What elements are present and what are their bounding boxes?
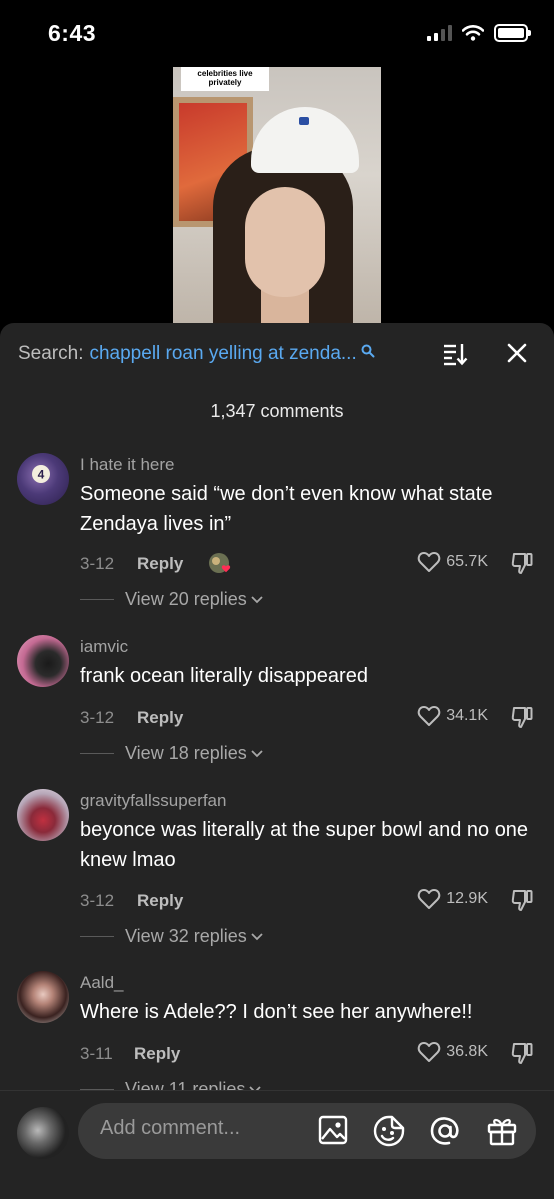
sort-icon[interactable]	[442, 342, 468, 366]
avatar[interactable]	[17, 789, 69, 841]
avatar[interactable]	[17, 971, 69, 1023]
like-control[interactable]: 65.7K	[417, 551, 488, 573]
chevron-down-icon	[251, 749, 263, 757]
search-query-link[interactable]: chappell roan yelling at zenda...	[89, 343, 356, 365]
sticker-icon[interactable]	[373, 1115, 405, 1147]
gift-icon[interactable]	[486, 1115, 518, 1147]
thumbs-down-icon[interactable]	[510, 888, 534, 912]
billiard-ball-icon: 4	[32, 465, 50, 483]
reply-button[interactable]: Reply	[134, 1044, 180, 1064]
comment-text: frank ocean literally disappeared	[80, 665, 368, 687]
avatar[interactable]	[17, 635, 69, 687]
reply-button[interactable]: Reply	[137, 891, 183, 911]
like-count: 34.1K	[446, 707, 488, 724]
video-caption: celebrities live privately	[181, 67, 269, 91]
heart-icon[interactable]	[417, 1041, 441, 1063]
comment-text: Someone said “we don’t even know what st…	[80, 483, 493, 535]
image-icon[interactable]	[318, 1115, 348, 1145]
wifi-icon	[462, 25, 484, 41]
svg-text:4: 4	[38, 468, 45, 482]
thumbs-down-icon[interactable]	[510, 551, 534, 575]
comment-text: Where is Adele?? I don’t see her anywher…	[80, 1001, 473, 1023]
person-face	[245, 187, 325, 297]
close-icon[interactable]	[506, 342, 528, 364]
like-count: 12.9K	[446, 890, 488, 907]
view-replies-label: View 18 replies	[125, 743, 247, 763]
view-replies-button[interactable]: View 18 replies	[80, 743, 264, 764]
battery-icon	[494, 24, 531, 42]
comment-username[interactable]: Aald_	[80, 973, 123, 993]
heart-icon[interactable]	[417, 888, 441, 910]
search-suggestion-row[interactable]: Search: chappell roan yelling at zenda..…	[18, 341, 538, 367]
creator-avatar-icon	[209, 553, 231, 573]
comment-meta: 3-12 Reply 12.9K	[80, 888, 534, 914]
comment-date: 3-12	[80, 891, 115, 910]
comment-meta: 3-12 Reply 65.7K	[80, 551, 534, 577]
search-icon[interactable]	[361, 344, 375, 358]
like-control[interactable]: 12.9K	[417, 888, 488, 910]
at-icon[interactable]	[429, 1115, 461, 1147]
comment-date: 3-12	[80, 708, 115, 727]
heart-icon[interactable]	[417, 705, 441, 727]
comment-username[interactable]: gravityfallssuperfan	[80, 791, 226, 811]
status-time: 6:43	[48, 20, 97, 46]
search-label: Search:	[18, 343, 84, 364]
comment-meta: 3-12 Reply 34.1K	[80, 705, 534, 731]
view-replies-button[interactable]: View 32 replies	[80, 926, 264, 947]
reply-button[interactable]: Reply	[137, 554, 183, 574]
comments-panel: Search: chappell roan yelling at zenda..…	[0, 323, 554, 1199]
avatar[interactable]: 4	[17, 453, 69, 505]
comment-input-bar	[0, 1090, 554, 1199]
video-player[interactable]: celebrities live privately	[173, 67, 381, 337]
comment-username[interactable]: I hate it here	[80, 455, 175, 475]
status-icons	[427, 24, 531, 42]
like-control[interactable]: 34.1K	[417, 705, 488, 727]
heart-icon[interactable]	[417, 551, 441, 573]
comment-meta: 3-11 Reply 36.8K	[80, 1041, 534, 1067]
comment-date: 3-11	[80, 1044, 113, 1063]
like-count: 65.7K	[446, 553, 488, 570]
view-replies-label: View 32 replies	[125, 926, 247, 946]
like-count: 36.8K	[446, 1043, 488, 1060]
cellular-signal-icon	[427, 25, 452, 41]
reply-button[interactable]: Reply	[137, 708, 183, 728]
like-control[interactable]: 36.8K	[417, 1041, 488, 1063]
comment-date: 3-12	[80, 554, 115, 573]
thumbs-down-icon[interactable]	[510, 1041, 534, 1065]
status-bar: 6:43	[0, 0, 554, 70]
comment-count: 1,347 comments	[210, 401, 344, 421]
comment-text: beyonce was literally at the super bowl …	[80, 819, 529, 871]
chevron-down-icon	[251, 595, 263, 603]
comment-username[interactable]: iamvic	[80, 637, 128, 657]
view-replies-button[interactable]: View 20 replies	[80, 589, 264, 610]
user-avatar[interactable]	[17, 1107, 69, 1159]
creator-liked-badge	[208, 551, 234, 577]
view-replies-label: View 20 replies	[125, 589, 247, 609]
comment-input[interactable]	[100, 1117, 300, 1140]
chevron-down-icon	[251, 932, 263, 940]
comment-input-box[interactable]	[78, 1103, 536, 1159]
thumbs-down-icon[interactable]	[510, 705, 534, 729]
